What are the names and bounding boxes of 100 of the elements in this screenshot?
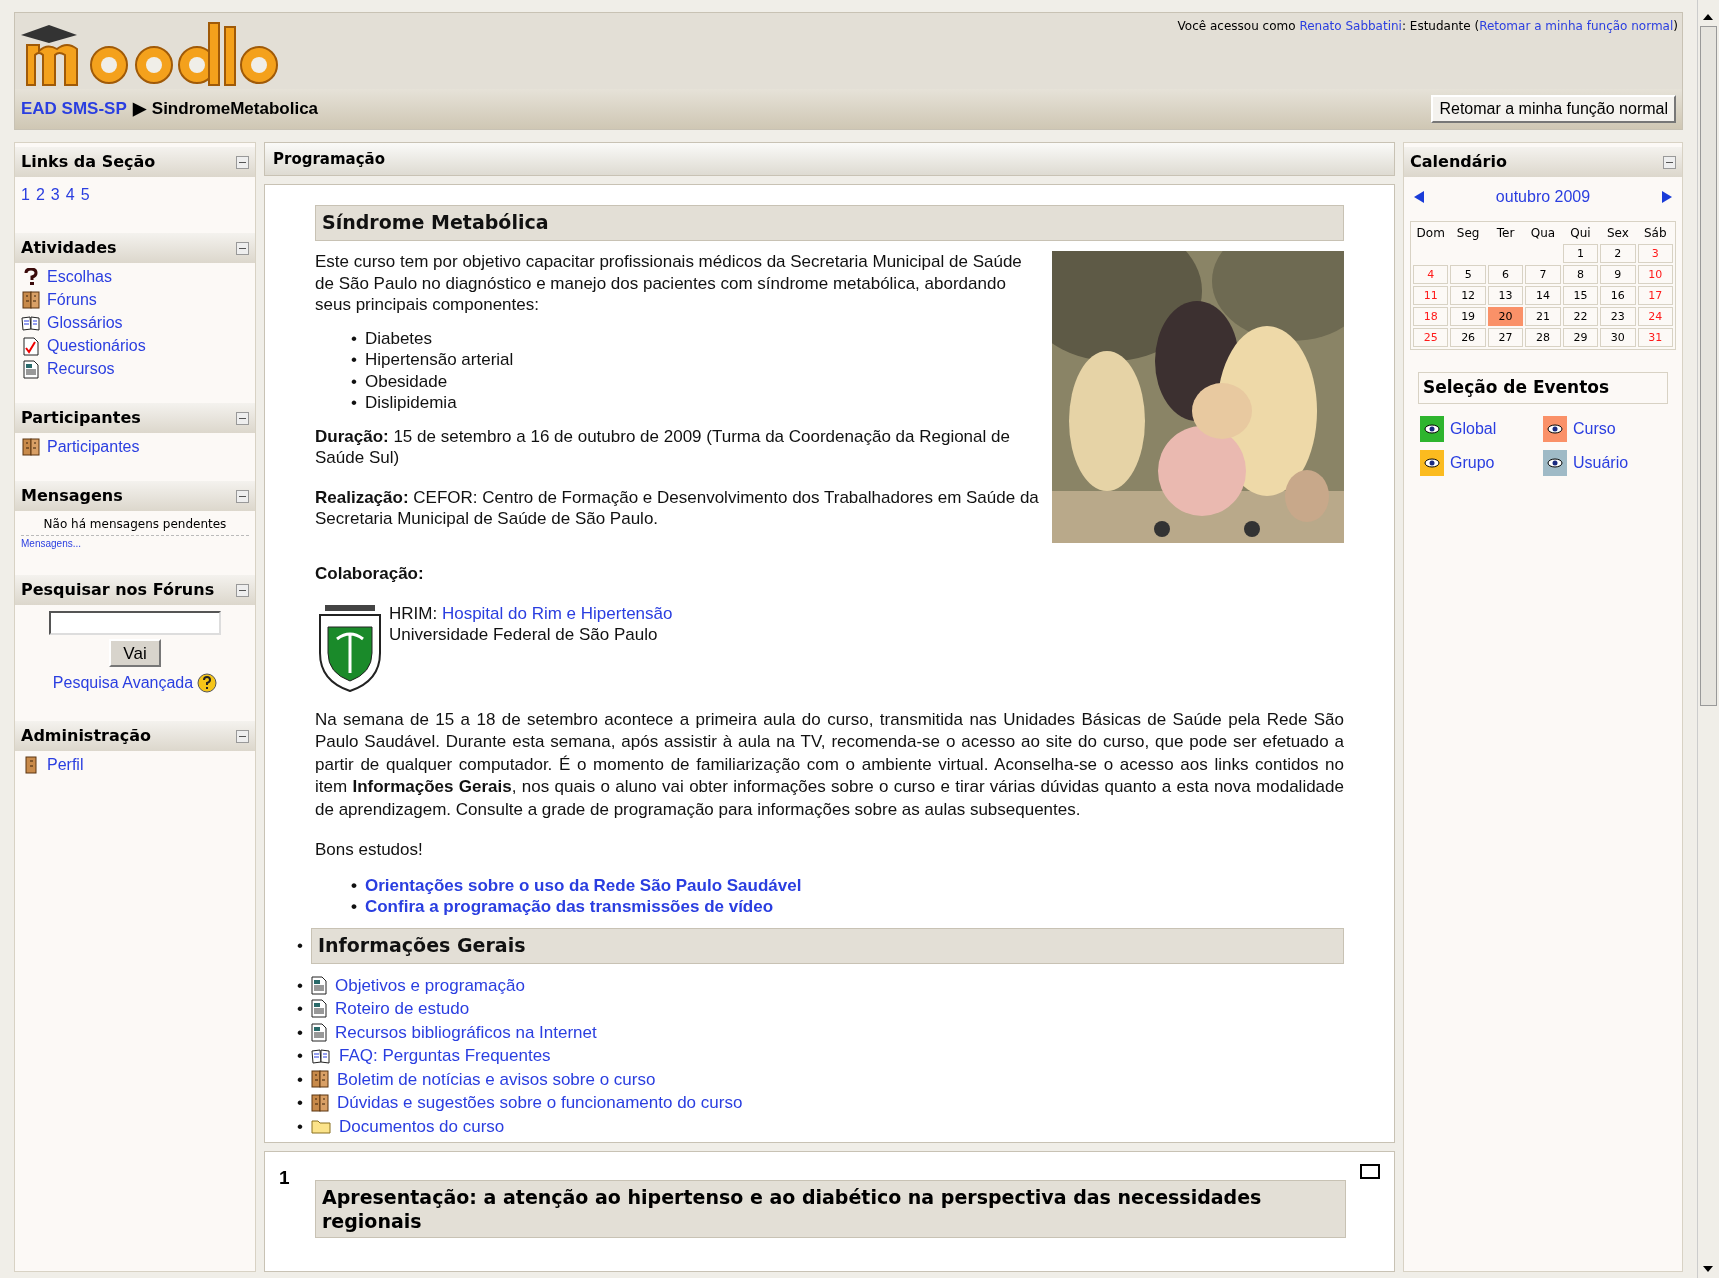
calendar-day[interactable]: 20: [1487, 307, 1524, 326]
book-icon: [21, 315, 41, 331]
bullet: •: [297, 1068, 303, 1091]
resource-link[interactable]: Recursos bibliográficos na Internet: [334, 1020, 597, 1044]
calendar-day[interactable]: 8: [1562, 265, 1599, 284]
section-link[interactable]: 1: [21, 183, 30, 207]
event-color-swatch[interactable]: [1543, 416, 1567, 442]
calendar-day[interactable]: 3: [1637, 244, 1673, 263]
bullet: •: [297, 934, 303, 957]
calendar-day[interactable]: 4: [1413, 265, 1449, 284]
block-link[interactable]: Perfil: [47, 753, 84, 777]
calendar-day[interactable]: 11: [1413, 286, 1449, 305]
next-month-icon[interactable]: [1660, 190, 1674, 204]
calendar-day[interactable]: 27: [1487, 328, 1524, 347]
event-color-swatch[interactable]: [1420, 416, 1444, 442]
resource-link[interactable]: Boletim de notícias e avisos sobre o curso: [336, 1067, 656, 1091]
calendar-day[interactable]: 28: [1525, 328, 1561, 347]
calendar-day[interactable]: 29: [1562, 328, 1599, 347]
calendar-day[interactable]: 30: [1600, 328, 1636, 347]
section-link[interactable]: 3: [50, 183, 60, 207]
weekday-label: Qui: [1569, 225, 1592, 242]
calendar-day[interactable]: 7: [1525, 265, 1561, 284]
course-link[interactable]: Confira a programação das transmissões de vídeo: [364, 896, 774, 918]
return-role-button[interactable]: Retomar a minha função normal: [1431, 95, 1676, 123]
bullet: •: [351, 874, 357, 896]
calendar-day[interactable]: 6: [1487, 265, 1524, 284]
resource-link[interactable]: Dúvidas e sugestões sobre o funcionamento do curso: [336, 1091, 743, 1115]
search-field[interactable]: [49, 611, 221, 635]
messages-link[interactable]: Mensagens...: [21, 536, 249, 551]
course-link[interactable]: Orientações sobre o uso da Rede São Paulo Saudável: [364, 874, 802, 896]
collapse-button[interactable]: [1663, 155, 1676, 169]
go-button[interactable]: Vai: [109, 639, 161, 667]
collapse-button[interactable]: [236, 489, 249, 503]
event-filter-link[interactable]: Grupo: [1450, 451, 1495, 475]
calendar-day[interactable]: 25: [1413, 328, 1449, 347]
collapse-button[interactable]: [236, 155, 249, 169]
collapse-button[interactable]: [236, 729, 249, 743]
calendar-day[interactable]: 1: [1562, 244, 1599, 263]
topic-heading: Apresentação: a atenção ao hipertenso e ao diabético na perspectiva das necessidades regionais: [315, 1180, 1346, 1238]
advanced-search-link[interactable]: Pesquisa Avançada: [52, 671, 194, 695]
calendar-day[interactable]: 2: [1600, 244, 1636, 263]
section-link[interactable]: 2: [35, 183, 45, 207]
scrollbar[interactable]: [1697, 0, 1719, 1278]
hospital-link[interactable]: Hospital do Rim e Hipertensão: [441, 603, 673, 623]
block-title: Administração: [21, 725, 151, 747]
collapse-button[interactable]: [236, 583, 249, 597]
calendar-day[interactable]: 24: [1637, 307, 1673, 326]
block-link[interactable]: Questionários: [47, 334, 146, 358]
collaborator-line: HRIM: Hospital do Rim e Hipertensão: [389, 602, 673, 624]
component-item: Diabetes: [364, 327, 433, 349]
event-filter-link[interactable]: Curso: [1573, 417, 1616, 441]
block-link[interactable]: Escolhas: [47, 265, 112, 289]
calendar-day[interactable]: 16: [1600, 286, 1636, 305]
calendar-day[interactable]: 22: [1562, 307, 1599, 326]
course-intro: Este curso tem por objetivo capacitar profissionais médicos da Secretaria Municipal de Saúde de São Paulo no diagnóstico e manejo dos pacientes com síndrome metabólica, abordando seus principais componentes:: [315, 251, 1023, 316]
block-title: Pesquisar nos Fóruns: [21, 579, 215, 601]
calendar-day[interactable]: 5: [1450, 265, 1486, 284]
calendar-day[interactable]: 14: [1525, 286, 1561, 305]
resource-link[interactable]: FAQ: Perguntas Frequentes: [338, 1044, 551, 1068]
highlight-toggle[interactable]: [1360, 1164, 1380, 1179]
calendar-day[interactable]: 19: [1450, 307, 1486, 326]
bullet: •: [297, 1092, 303, 1114]
collapse-button[interactable]: [236, 411, 249, 425]
calendar-day[interactable]: 17: [1637, 286, 1673, 305]
resource-link[interactable]: Roteiro de estudo: [334, 997, 470, 1021]
event-filter-link[interactable]: Global: [1450, 417, 1497, 441]
event-color-swatch[interactable]: [1543, 450, 1567, 476]
resource-link[interactable]: Documentos do curso: [338, 1114, 505, 1138]
calendar-day[interactable]: 21: [1525, 307, 1561, 326]
component-item: Dislipidemia: [364, 392, 457, 414]
calendar-day[interactable]: 9: [1600, 265, 1636, 284]
calendar-day[interactable]: 23: [1600, 307, 1636, 326]
user-link[interactable]: Renato Sabbatini: [1299, 19, 1402, 33]
breadcrumb-link[interactable]: EAD SMS-SP: [21, 96, 127, 122]
section-link[interactable]: 4: [65, 183, 75, 207]
previous-month-icon[interactable]: [1412, 190, 1426, 204]
bullet: •: [297, 974, 303, 997]
block-link[interactable]: Glossários: [47, 311, 123, 335]
document-icon: [310, 975, 327, 995]
calendar-day[interactable]: 26: [1450, 328, 1486, 347]
bullet: •: [297, 1115, 303, 1138]
weekday-label: Qua: [1529, 225, 1557, 242]
block-link[interactable]: Participantes: [47, 435, 140, 459]
return-role-link[interactable]: Retomar a minha função normal: [1479, 19, 1674, 33]
calendar-day[interactable]: 31: [1637, 328, 1673, 347]
event-color-swatch[interactable]: [1420, 450, 1444, 476]
event-filter-link[interactable]: Usuário: [1573, 451, 1629, 475]
help-icon[interactable]: [197, 673, 218, 693]
weekday-label: Sex: [1605, 225, 1630, 242]
section-link[interactable]: 5: [80, 183, 90, 207]
calendar-day[interactable]: 10: [1637, 265, 1673, 284]
calendar-day[interactable]: 13: [1487, 286, 1524, 305]
block-link[interactable]: Recursos: [47, 357, 115, 381]
calendar-day[interactable]: 18: [1413, 307, 1449, 326]
calendar-day[interactable]: 15: [1562, 286, 1599, 305]
resource-link[interactable]: Objetivos e programação: [334, 973, 525, 997]
scroll-thumb[interactable]: [1700, 26, 1717, 706]
block-link[interactable]: Fóruns: [47, 288, 97, 312]
calendar-day[interactable]: 12: [1450, 286, 1486, 305]
collapse-button[interactable]: [236, 241, 249, 255]
